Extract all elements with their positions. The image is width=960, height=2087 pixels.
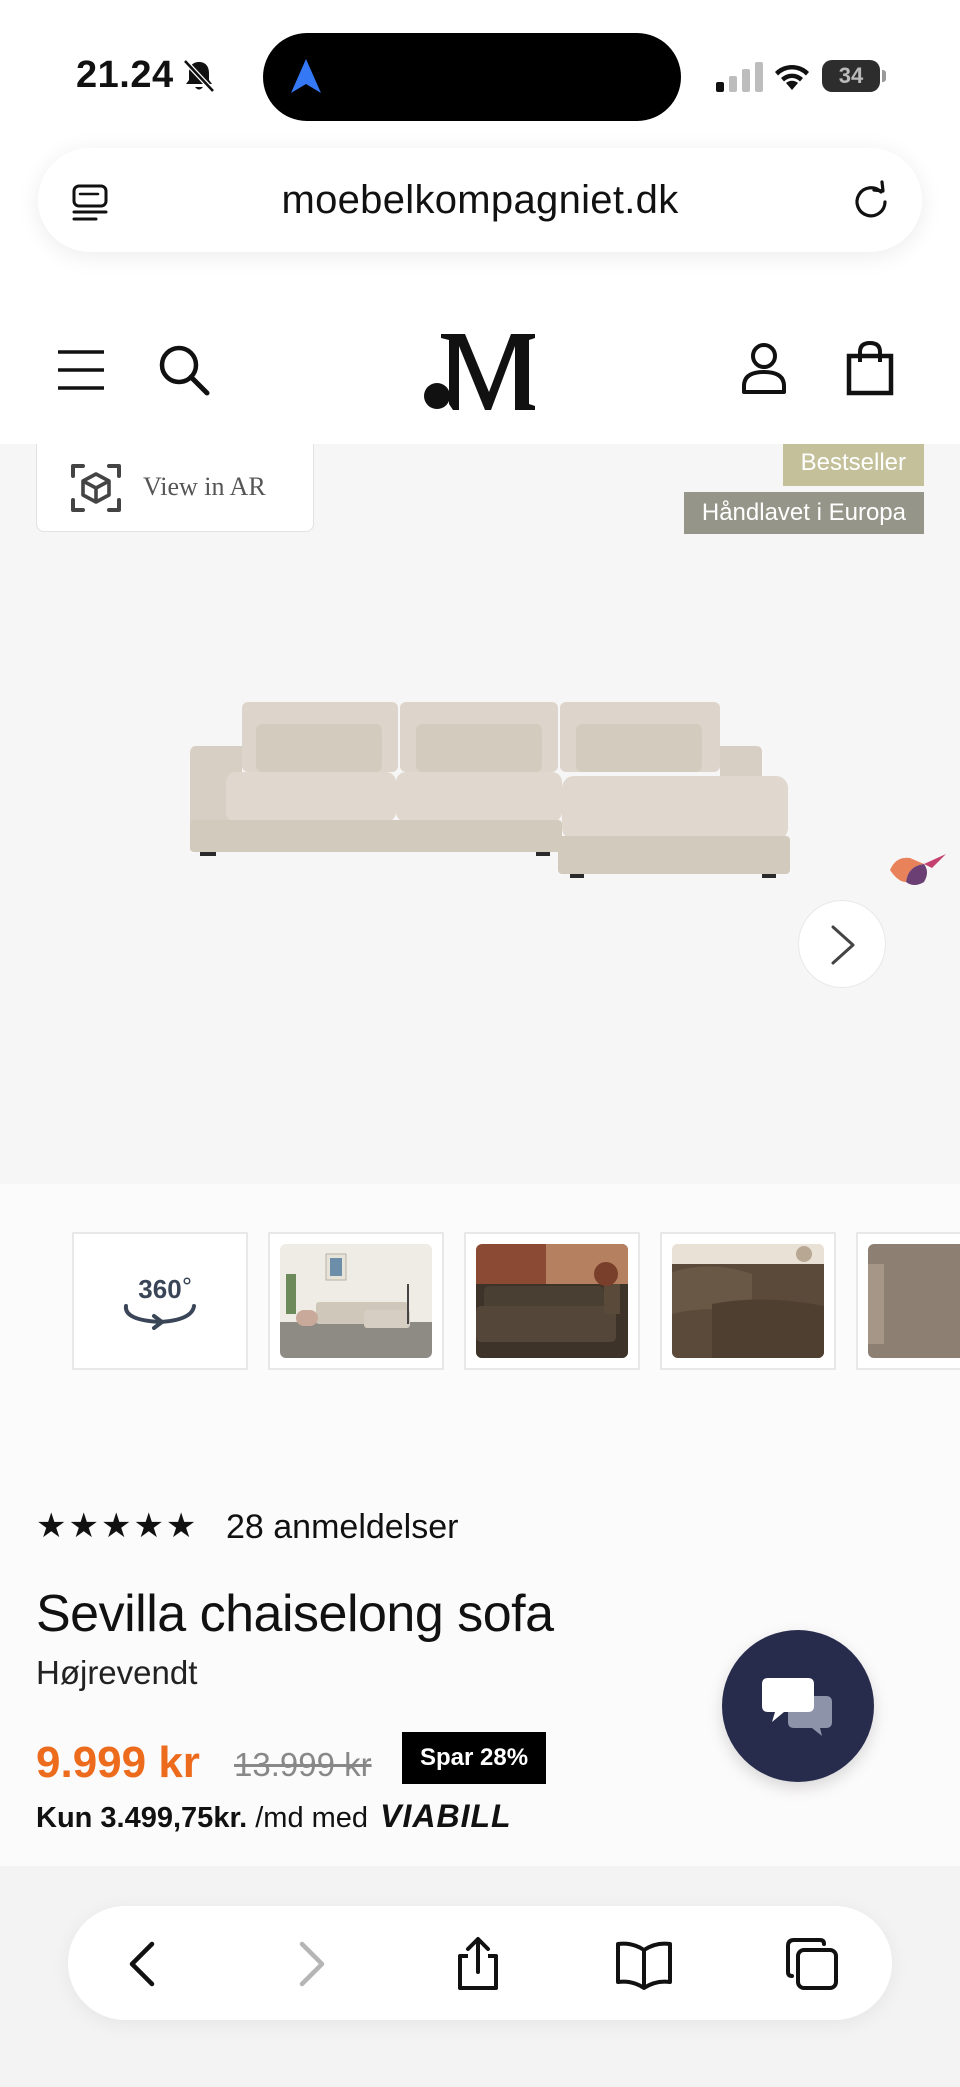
thumbnail-5[interactable]	[856, 1232, 960, 1370]
status-time: 21.24	[76, 54, 174, 96]
discount-badge: Spar 28%	[402, 1732, 547, 1784]
browser-toolbar	[68, 1906, 892, 2020]
sofa-partial-image	[868, 1244, 960, 1358]
url-text: moebelkompagniet.dk	[281, 178, 679, 222]
thumbnail-4[interactable]	[660, 1232, 836, 1370]
dynamic-island	[263, 33, 681, 121]
navigation-arrow-icon	[291, 59, 321, 93]
battery-tip	[882, 70, 886, 82]
sofa-image	[190, 702, 790, 878]
share-icon[interactable]	[450, 1936, 506, 1992]
product-title: Sevilla chaiselong sofa	[36, 1585, 554, 1643]
chevron-right-icon	[831, 925, 855, 965]
sofa-detail-image	[672, 1244, 824, 1358]
menu-icon[interactable]	[56, 348, 106, 392]
reviews-link[interactable]: 28 anmeldelser	[226, 1508, 458, 1547]
ar-cube-icon	[71, 464, 121, 512]
wifi-icon	[775, 64, 809, 90]
rotate-360-icon: 360	[123, 1274, 196, 1330]
bell-slash-icon	[183, 59, 215, 93]
site-header	[0, 284, 960, 444]
reload-icon[interactable]	[850, 180, 892, 222]
tabs-icon[interactable]	[784, 1936, 840, 1992]
page: 21.24 34 moebelkompagniet.dk View in AR …	[0, 0, 960, 2087]
forward-icon[interactable]	[282, 1936, 338, 1992]
thumbnail-360-label: 360	[138, 1274, 181, 1304]
bookmarks-icon[interactable]	[616, 1936, 672, 1992]
logo[interactable]	[423, 332, 537, 412]
product-price: 9.999 kr	[36, 1738, 200, 1787]
account-icon[interactable]	[740, 342, 788, 396]
installment-info: Kun 3.499,75kr. /md med VIABILL	[36, 1798, 512, 1835]
installment-amount: Kun 3.499,75kr.	[36, 1802, 248, 1834]
bag-icon[interactable]	[846, 340, 894, 396]
status-bar: 21.24 34	[0, 0, 960, 140]
product-old-price: 13.999 kr	[234, 1746, 372, 1783]
brown-sofa-image	[476, 1244, 628, 1358]
viabill-logo[interactable]: VIABILL	[380, 1798, 511, 1835]
next-image-button[interactable]	[798, 900, 886, 988]
url-bar[interactable]: moebelkompagniet.dk	[38, 148, 922, 252]
search-icon[interactable]	[158, 344, 210, 396]
product-variant: Højrevendt	[36, 1654, 198, 1691]
bestseller-badge: Bestseller	[782, 444, 924, 486]
signal-icon	[716, 62, 763, 92]
ar-label: View in AR	[143, 472, 266, 501]
thumbnail-3[interactable]	[464, 1232, 640, 1370]
living-room-image	[280, 1244, 432, 1358]
handmade-badge: Håndlavet i Europa	[683, 492, 924, 534]
installment-text: /md med	[255, 1802, 369, 1834]
thumbnail-360[interactable]: 360	[72, 1232, 248, 1370]
view-in-ar-button[interactable]: View in AR	[36, 444, 314, 532]
thumbnail-2[interactable]	[268, 1232, 444, 1370]
rating-stars[interactable]: ★★★★★	[36, 1506, 198, 1546]
back-icon[interactable]	[116, 1936, 172, 1992]
battery-level: 34	[838, 63, 864, 88]
chat-button[interactable]	[722, 1630, 874, 1782]
chat-bubbles-icon	[762, 1678, 832, 1736]
thumbnail-strip: 360	[0, 1184, 960, 1424]
bird-logo-icon	[890, 854, 946, 885]
product-hero: View in AR Bestseller Håndlavet i Europa	[0, 444, 960, 1184]
browser-url-area: moebelkompagniet.dk	[0, 140, 960, 284]
battery-icon: 34	[822, 60, 886, 92]
